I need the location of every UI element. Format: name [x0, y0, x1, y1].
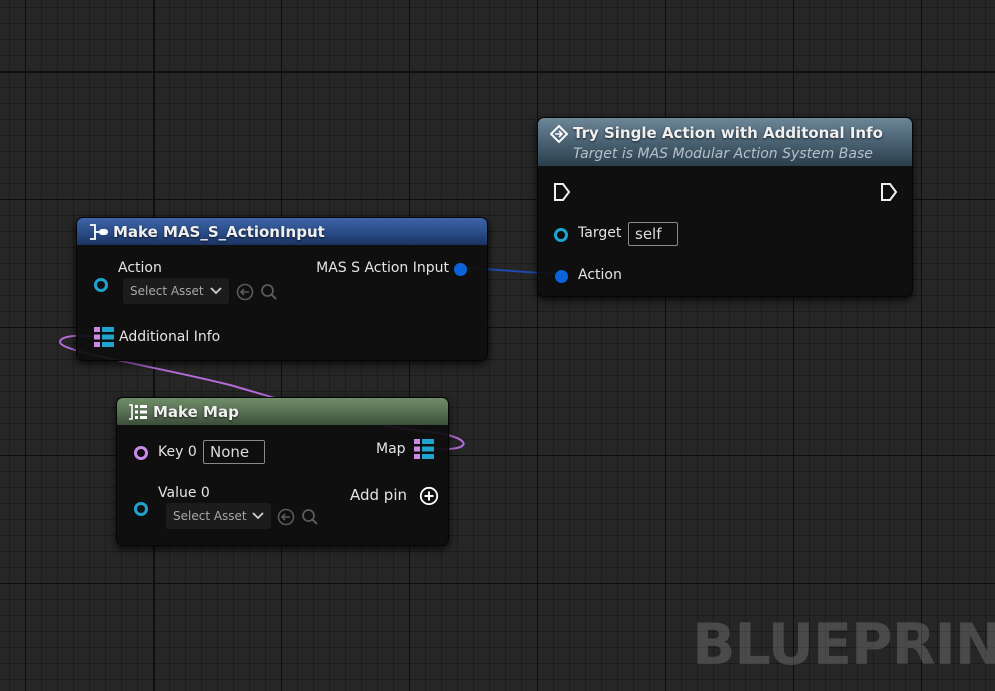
- target-pin[interactable]: [554, 228, 568, 242]
- try-single-action-header[interactable]: Try Single Action with Additonal Info Ta…: [538, 118, 912, 166]
- use-selected-asset-icon[interactable]: [236, 283, 254, 305]
- browse-asset-icon[interactable]: [260, 283, 278, 305]
- target-value-field[interactable]: self: [628, 222, 678, 246]
- output-label: MAS S Action Input: [316, 260, 449, 276]
- struct-output-pin[interactable]: [454, 263, 467, 276]
- make-action-input-header[interactable]: Make MAS_S_ActionInput: [77, 218, 487, 245]
- map-output-pin-icon[interactable]: [413, 438, 435, 464]
- exec-out-pin[interactable]: [880, 183, 898, 205]
- additional-info-label: Additional Info: [119, 329, 221, 345]
- action-asset-select[interactable]: Select Asset: [123, 278, 229, 304]
- value-object-pin[interactable]: [134, 502, 148, 516]
- select-asset-text: Select Asset: [130, 284, 204, 298]
- chevron-down-icon: [210, 285, 222, 299]
- node-title: Try Single Action with Additonal Info: [573, 124, 883, 142]
- exec-in-pin[interactable]: [553, 183, 571, 205]
- try-single-action-node[interactable]: Try Single Action with Additonal Info Ta…: [537, 117, 913, 297]
- key-value-field[interactable]: None: [203, 440, 265, 464]
- node-title: Make Map: [153, 403, 239, 421]
- key-label: Key 0: [158, 444, 197, 460]
- node-title: Make MAS_S_ActionInput: [113, 223, 325, 241]
- map-label: Map: [376, 441, 406, 457]
- make-action-input-node[interactable]: Make MAS_S_ActionInput Action Select Ass…: [76, 217, 488, 361]
- blueprint-watermark: BLUEPRINT: [692, 612, 995, 678]
- chevron-down-icon: [252, 510, 264, 524]
- add-pin-plus-icon[interactable]: [419, 486, 439, 510]
- browse-asset-icon[interactable]: [301, 508, 319, 530]
- action-object-pin[interactable]: [94, 278, 108, 292]
- make-map-header[interactable]: Make Map: [117, 398, 448, 425]
- value-label: Value 0: [158, 485, 210, 501]
- node-subtitle: Target is MAS Modular Action System Base: [573, 146, 873, 162]
- add-pin-label[interactable]: Add pin: [350, 486, 407, 504]
- target-label: Target: [578, 225, 622, 241]
- make-struct-icon: [89, 223, 109, 245]
- action-input-pin[interactable]: [555, 270, 568, 283]
- key-name-pin[interactable]: [134, 446, 148, 460]
- select-asset-text: Select Asset: [173, 509, 247, 523]
- make-map-node[interactable]: Make Map Key 0 None Map Value 0 Select A…: [116, 397, 449, 546]
- use-selected-asset-icon[interactable]: [277, 508, 295, 530]
- value-asset-select[interactable]: Select Asset: [166, 503, 271, 529]
- map-pin-icon[interactable]: [93, 326, 115, 352]
- function-icon: [549, 124, 569, 147]
- action-label: Action: [118, 260, 162, 276]
- make-map-icon: [128, 403, 148, 425]
- action-label: Action: [578, 267, 622, 283]
